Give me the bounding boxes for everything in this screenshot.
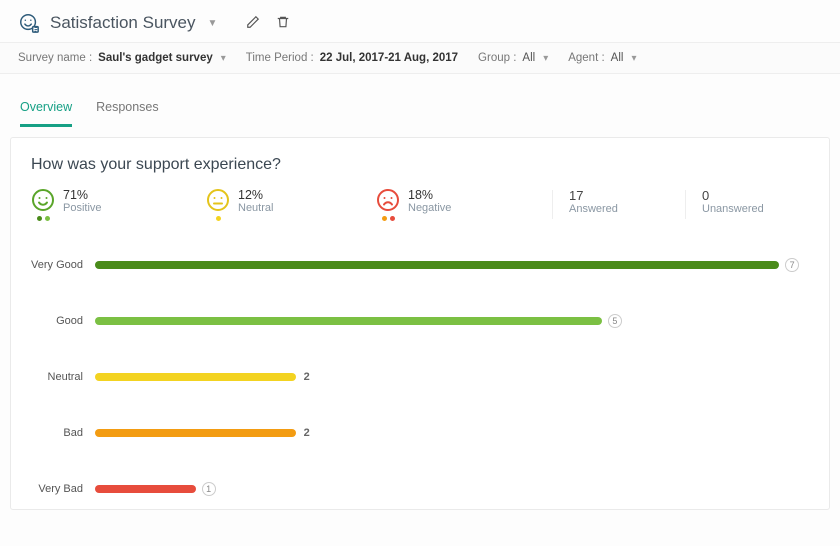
bar-label: Neutral <box>21 371 83 383</box>
agent-value[interactable]: All <box>611 52 624 64</box>
smile-icon <box>31 188 55 212</box>
bar-row-bad: Bad 2 <box>21 427 799 439</box>
unanswered-block: 0 Unanswered <box>702 188 764 215</box>
metric-negative: 18% Negative <box>376 188 536 221</box>
positive-pct: 71% <box>63 188 102 202</box>
tabs: Overview Responses <box>10 94 830 131</box>
bar-label: Very Bad <box>21 483 83 495</box>
positive-label: Positive <box>63 202 102 214</box>
unanswered-count: 0 <box>702 188 764 203</box>
group-value[interactable]: All <box>522 52 535 64</box>
unanswered-label: Unanswered <box>702 203 764 215</box>
bar-count: 2 <box>296 427 310 439</box>
neutral-pct: 12% <box>238 188 273 202</box>
survey-name-caret[interactable]: ▾ <box>221 53 226 64</box>
bar-row-neutral: Neutral 2 <box>21 371 799 383</box>
metric-neutral: 12% Neutral <box>206 188 366 221</box>
neutral-dots <box>216 216 221 221</box>
bar-fill-good <box>95 317 602 325</box>
answered-block: 17 Answered <box>569 188 669 215</box>
survey-question: How was your support experience? <box>31 156 809 174</box>
negative-dots <box>382 216 395 221</box>
summary-row: 71% Positive <box>31 188 809 221</box>
bar-fill-bad <box>95 429 296 437</box>
bar-row-very-bad: Very Bad 1 <box>21 483 799 495</box>
rating-bar-chart: Very Good 7 Good 5 Neutral 2 <box>11 229 829 509</box>
time-period-value[interactable]: 22 Jul, 2017-21 Aug, 2017 <box>320 52 458 64</box>
divider <box>685 190 686 219</box>
agent-label: Agent : <box>568 52 604 64</box>
bar-count: 7 <box>785 258 799 272</box>
answered-count: 17 <box>569 188 669 203</box>
divider <box>552 190 553 219</box>
edit-icon[interactable] <box>243 15 263 32</box>
bar-label: Bad <box>21 427 83 439</box>
bar-row-very-good: Very Good 7 <box>21 259 799 271</box>
neutral-face-icon <box>206 188 230 212</box>
bar-count: 1 <box>202 482 216 496</box>
metric-positive: 71% Positive <box>31 188 196 221</box>
tab-responses[interactable]: Responses <box>96 94 159 127</box>
survey-name-label: Survey name : <box>18 52 92 64</box>
frown-icon <box>376 188 400 212</box>
tab-overview[interactable]: Overview <box>20 94 72 127</box>
title-dropdown-caret[interactable]: ▼ <box>208 18 218 29</box>
neutral-label: Neutral <box>238 202 273 214</box>
bar-row-good: Good 5 <box>21 315 799 327</box>
negative-pct: 18% <box>408 188 451 202</box>
bar-count: 2 <box>296 371 310 383</box>
bar-fill-very-good <box>95 261 779 269</box>
page-header: Satisfaction Survey ▼ <box>0 0 840 42</box>
survey-logo-icon <box>18 12 40 34</box>
overview-card: How was your support experience? <box>10 137 830 510</box>
delete-icon[interactable] <box>273 15 293 32</box>
group-label: Group : <box>478 52 516 64</box>
bar-label: Very Good <box>21 259 83 271</box>
bar-fill-very-bad <box>95 485 196 493</box>
positive-dots <box>37 216 50 221</box>
negative-label: Negative <box>408 202 451 214</box>
bar-count: 5 <box>608 314 622 328</box>
agent-caret[interactable]: ▾ <box>631 53 636 64</box>
filter-bar: Survey name : Saul's gadget survey ▾ Tim… <box>0 42 840 74</box>
bar-label: Good <box>21 315 83 327</box>
bar-fill-neutral <box>95 373 296 381</box>
page-title: Satisfaction Survey <box>50 13 196 33</box>
group-caret[interactable]: ▾ <box>543 53 548 64</box>
survey-name-value[interactable]: Saul's gadget survey <box>98 52 213 64</box>
time-period-label: Time Period : <box>246 52 314 64</box>
answered-label: Answered <box>569 203 669 215</box>
